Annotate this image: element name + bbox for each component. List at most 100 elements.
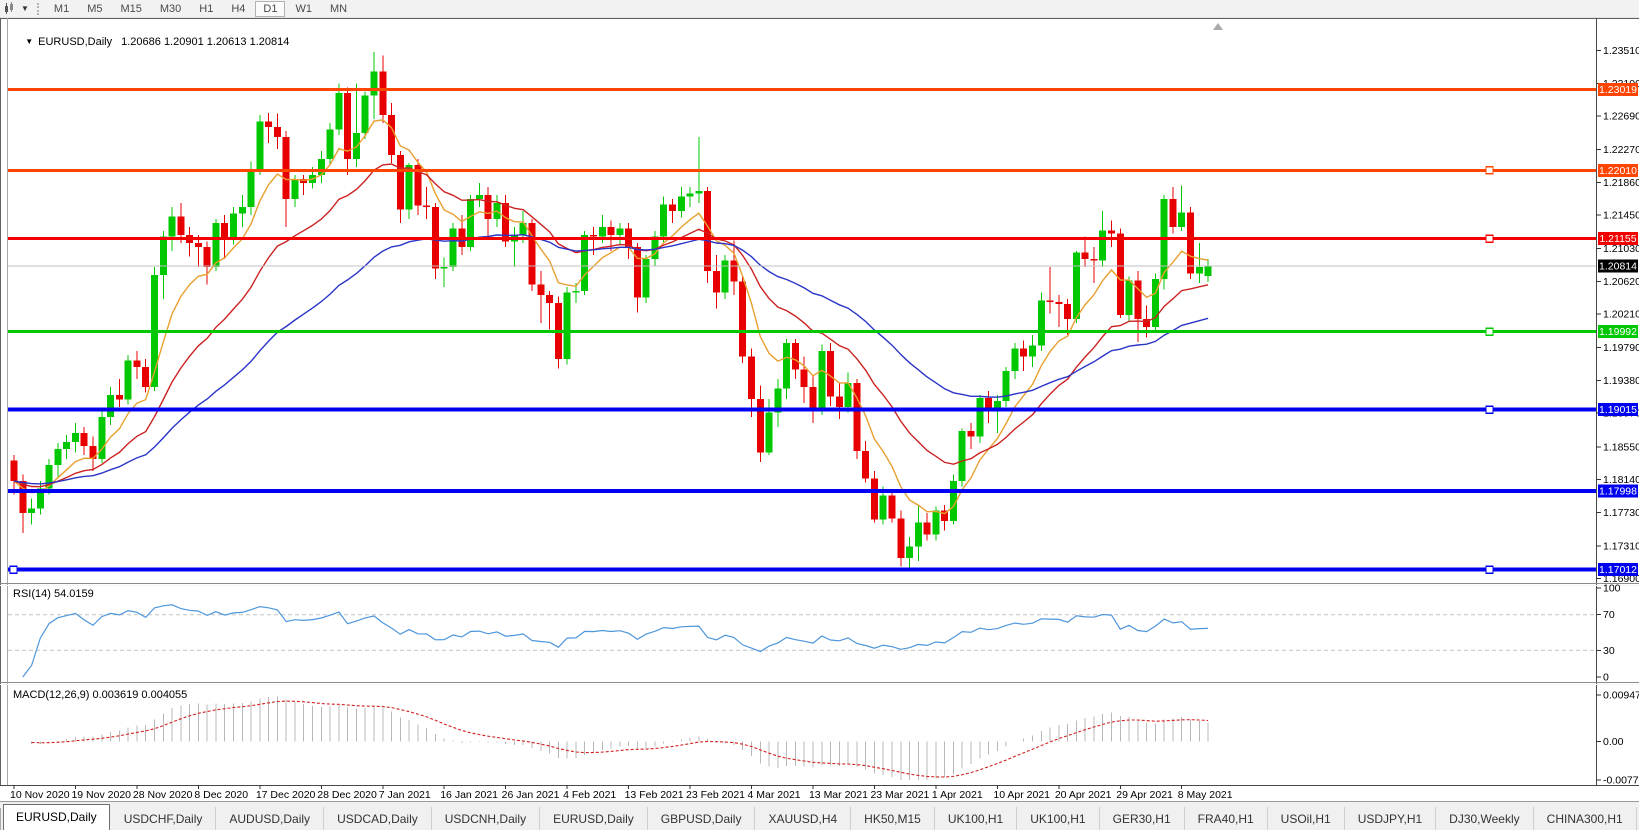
- timeframe-button-h4[interactable]: H4: [223, 1, 253, 17]
- candle-body: [1073, 253, 1080, 319]
- line-handle[interactable]: [1486, 328, 1493, 335]
- candle: [160, 231, 167, 299]
- timeframe-button-w1[interactable]: W1: [287, 1, 320, 17]
- chart-type-button[interactable]: ▼: [0, 2, 33, 15]
- tab-uk100-h1-10[interactable]: UK100,H1: [1017, 807, 1099, 830]
- candle: [28, 499, 35, 525]
- timeframe-button-m5[interactable]: M5: [79, 1, 110, 17]
- date-axis[interactable]: 10 Nov 202019 Nov 202028 Nov 20208 Dec 2…: [10, 785, 1233, 801]
- tab-eurusd-daily-0[interactable]: EURUSD,Daily: [3, 804, 110, 830]
- candle-body: [177, 217, 184, 235]
- candle: [414, 159, 421, 215]
- level-price-badge-text: 1.22010: [1599, 165, 1637, 177]
- timeframe-button-m1[interactable]: M1: [46, 1, 77, 17]
- moving-average-line-20: [14, 164, 1208, 487]
- horizontal-line-1.21155[interactable]: [8, 235, 1596, 242]
- chart-shift-marker-icon[interactable]: [1213, 23, 1223, 30]
- candle: [1090, 247, 1097, 283]
- candle: [537, 271, 544, 323]
- candle: [467, 195, 474, 251]
- candle-body: [1064, 304, 1071, 319]
- chart-window[interactable]: 1.235101.231001.226901.222701.218601.214…: [0, 18, 1639, 801]
- line-handle[interactable]: [1486, 235, 1493, 242]
- candle-body: [81, 433, 88, 446]
- tab-xauusd-h4-7[interactable]: XAUUSD,H4: [755, 807, 851, 830]
- candle: [616, 223, 623, 245]
- timeframe-button-m30[interactable]: M30: [152, 1, 189, 17]
- candle-body: [897, 519, 904, 558]
- chart-symbol-period: EURUSD,Daily: [38, 36, 112, 48]
- tab-uk100-h1-9[interactable]: UK100,H1: [935, 807, 1017, 830]
- level-price-badge[interactable]: 1.19015: [1598, 403, 1638, 416]
- tab-ger30-h1-11[interactable]: GER30,H1: [1100, 807, 1185, 830]
- line-handle[interactable]: [10, 566, 17, 573]
- date-label: 7 Jan 2021: [379, 789, 431, 801]
- candle-body: [54, 449, 61, 465]
- rsi-tick-label: 70: [1603, 609, 1615, 621]
- candle-body: [792, 343, 799, 369]
- candle: [169, 207, 176, 251]
- horizontal-line-1.19015[interactable]: [8, 406, 1596, 413]
- tab-usdchf-daily-1[interactable]: USDCHF,Daily: [111, 807, 217, 830]
- level-price-badge[interactable]: 1.23019: [1598, 83, 1638, 96]
- candle-body: [546, 295, 553, 303]
- horizontal-line-1.17012[interactable]: [8, 566, 1596, 573]
- timeframe-button-h1[interactable]: H1: [191, 1, 221, 17]
- line-handle[interactable]: [1486, 566, 1493, 573]
- candle: [125, 355, 132, 405]
- tab-fra40-h1-12[interactable]: FRA40,H1: [1185, 807, 1268, 830]
- candle: [889, 492, 896, 522]
- date-label: 8 May 2021: [1178, 789, 1233, 801]
- level-price-badge[interactable]: 1.17998: [1598, 484, 1638, 497]
- timeframe-button-mn[interactable]: MN: [322, 1, 355, 17]
- level-price-badge[interactable]: 1.17012: [1598, 563, 1638, 576]
- tab-usoil-h1-13[interactable]: USOil,H1: [1268, 807, 1345, 830]
- candle: [1003, 367, 1010, 407]
- price-tick-label: 1.17730: [1603, 507, 1639, 519]
- tab-eurusd-daily-5[interactable]: EURUSD,Daily: [540, 807, 648, 830]
- candle: [142, 359, 149, 393]
- candle: [774, 379, 781, 427]
- horizontal-line-1.22010[interactable]: [8, 167, 1596, 174]
- candle: [274, 114, 281, 149]
- candle: [11, 455, 18, 495]
- level-price-badge[interactable]: 1.21155: [1598, 232, 1638, 245]
- price-axis[interactable]: 1.235101.231001.226901.222701.218601.214…: [1596, 45, 1639, 585]
- price-badges: 1.23019 1.22010 1.21155 1.19992 1.19015 1.179…: [1598, 83, 1638, 576]
- candle: [871, 471, 878, 523]
- candle-body: [441, 267, 448, 269]
- tab-audusd-daily-2[interactable]: AUDUSD,Daily: [216, 807, 324, 830]
- candle: [63, 435, 70, 459]
- chart-canvas[interactable]: 1.235101.231001.226901.222701.218601.214…: [0, 18, 1639, 801]
- candle: [924, 513, 931, 540]
- level-price-badge[interactable]: 1.19992: [1598, 325, 1638, 338]
- tab-hk50-m15-8[interactable]: HK50,M15: [851, 807, 935, 830]
- candle-body: [1082, 253, 1089, 259]
- timeframe-button-m15[interactable]: M15: [112, 1, 149, 17]
- tab-gbpusd-daily-6[interactable]: GBPUSD,Daily: [648, 807, 756, 830]
- rsi-pane: 10070300: [8, 583, 1621, 684]
- timeframe-button-d1[interactable]: D1: [255, 1, 285, 17]
- candle-body: [713, 271, 720, 293]
- line-handle[interactable]: [1486, 406, 1493, 413]
- level-price-badge[interactable]: 1.22010: [1598, 164, 1638, 177]
- tab-china300-h1-16[interactable]: CHINA300,H1: [1534, 807, 1637, 830]
- macd-tick-label: -0.007778: [1603, 775, 1639, 787]
- tab-usdcnh-daily-4[interactable]: USDCNH,Daily: [432, 807, 540, 830]
- tab-usdcad-daily-3[interactable]: USDCAD,Daily: [324, 807, 432, 830]
- candle: [1082, 237, 1089, 267]
- candle-body: [766, 412, 773, 452]
- date-label: 16 Jan 2021: [440, 789, 498, 801]
- candle-body: [537, 285, 544, 295]
- candle: [204, 241, 211, 284]
- line-handle[interactable]: [1486, 167, 1493, 174]
- tab-usdjpy-h1-14[interactable]: USDJPY,H1: [1345, 807, 1436, 830]
- macd-pane: 0.0094780.00-0.007778: [32, 690, 1639, 787]
- date-label: 4 Mar 2021: [748, 789, 801, 801]
- candle-body: [599, 227, 606, 237]
- date-label: 13 Feb 2021: [625, 789, 684, 801]
- price-tick-label: 1.23510: [1603, 45, 1639, 57]
- tab-dj30-weekly-15[interactable]: DJ30,Weekly: [1436, 807, 1533, 830]
- horizontal-line-1.19992[interactable]: [8, 328, 1596, 335]
- level-price-badge-text: 1.19015: [1599, 404, 1637, 416]
